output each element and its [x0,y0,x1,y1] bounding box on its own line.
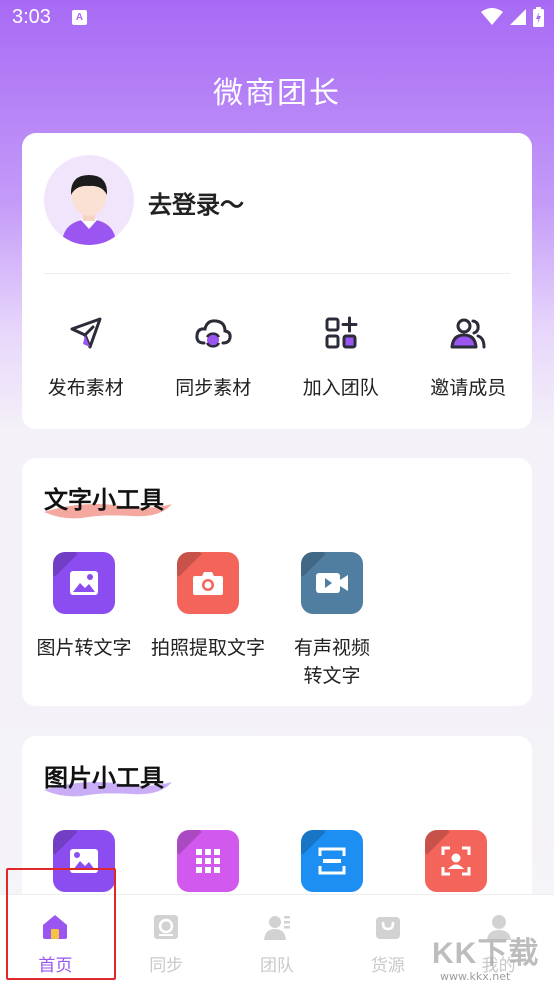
cloud-sync-icon [195,319,232,348]
face-scan-icon [441,846,471,876]
tab-label: 团队 [259,956,294,976]
photo-extract-text-tool[interactable]: 拍照提取文字 [146,552,270,690]
user-card: 去登录～ 发布素材 同步素材 加入团队 邀请成员 [22,133,532,429]
sync-material-button[interactable]: 同步素材 [150,313,278,400]
section-title: 文字小工具 [44,486,164,514]
video-icon [316,573,348,593]
tool-list: 图片转文字 拍照提取文字 有声视频转文字 [22,552,532,690]
tab-label: 同步 [149,956,184,976]
bag-icon [375,917,400,939]
action-label: 加入团队 [302,377,379,399]
invite-members-button[interactable]: 邀请成员 [405,313,533,400]
tab-team[interactable]: 团队 [222,895,333,984]
login-link[interactable]: 去登录～ [148,185,244,220]
camera-icon [193,572,223,595]
text-tools-card: 文字小工具 图片转文字 拍照提取文字 有声视频转文字 [22,458,532,706]
scan-icon [318,847,346,875]
users-icon [450,318,486,349]
watermark: KK下载 www.kkx.net [432,928,540,983]
divider [44,273,510,274]
tool-label: 拍照提取文字 [150,637,265,659]
quick-actions: 发布素材 同步素材 加入团队 邀请成员 [22,313,532,400]
image-to-text-tool[interactable]: 图片转文字 [22,552,146,690]
tool-icon-tile [301,552,363,614]
grid-add-icon [325,316,358,349]
grid-icon [196,849,220,873]
avatar[interactable] [44,155,134,245]
tool-icon-tile [53,552,115,614]
sync-icon [154,915,179,939]
action-label: 邀请成员 [430,377,507,399]
tab-label: 货源 [370,956,405,976]
action-label: 发布素材 [47,377,124,399]
section-title: 图片小工具 [44,764,164,792]
watermark-url: www.kkx.net [440,970,511,983]
status-time: 3:03 [12,6,51,28]
tool-icon-tile [177,552,239,614]
tab-sync[interactable]: 同步 [111,895,222,984]
tool-icon-tile [425,830,487,892]
tab-supply[interactable]: 货源 [332,895,443,984]
publish-material-button[interactable]: 发布素材 [22,313,150,400]
tool-icon-tile [177,830,239,892]
status-indicators [481,7,544,27]
image-grid-tool[interactable] [146,830,270,892]
tool-icon-tile [301,830,363,892]
page-title: 微商团长 [213,76,341,111]
image-icon [70,571,98,595]
tool-label: 有声视频转文字 [293,637,370,687]
tool-label: 图片转文字 [36,637,132,659]
watermark-brand: KK下载 [432,937,540,970]
notification-icon: A [72,10,87,25]
image-scan-tool[interactable] [270,830,394,892]
face-scan-tool[interactable] [394,830,518,892]
avatar-icon [62,175,116,245]
highlight-box [6,868,116,980]
signal-icon [510,9,526,25]
video-to-text-tool[interactable]: 有声视频转文字 [270,552,394,690]
join-team-button[interactable]: 加入团队 [277,313,405,400]
team-icon [263,916,290,940]
battery-icon [533,7,544,27]
action-label: 同步素材 [175,377,252,399]
send-icon [70,317,102,349]
wifi-icon [481,8,503,25]
status-bar: 3:03 A [0,0,554,38]
